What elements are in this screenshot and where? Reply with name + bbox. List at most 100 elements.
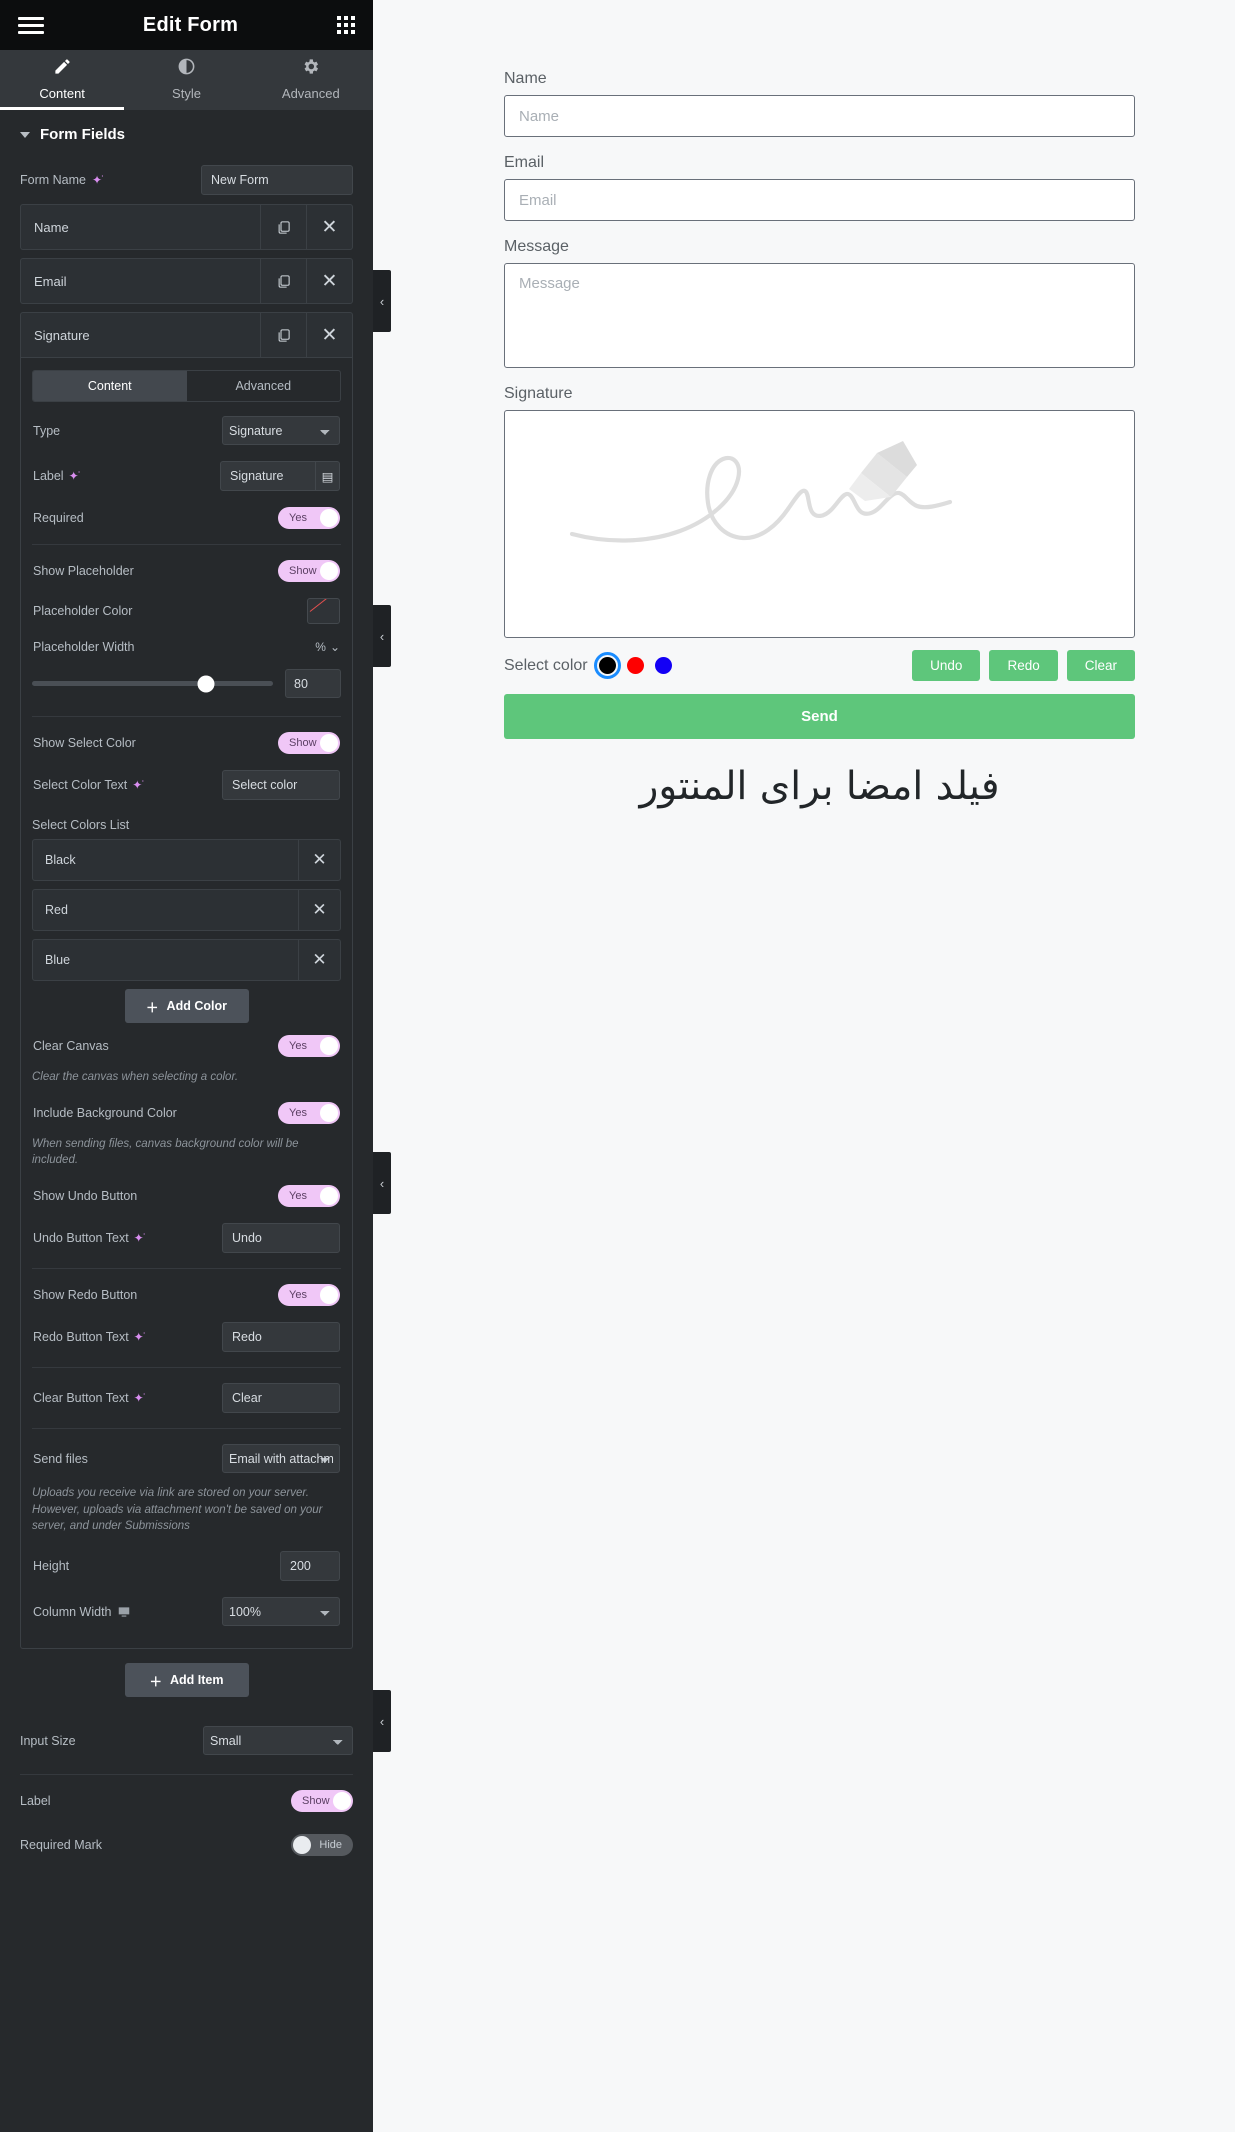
color-list-item[interactable]: Black ✕ — [32, 839, 341, 881]
tab-style[interactable]: Style — [124, 50, 248, 110]
collapse-handle-middle[interactable]: ‹ — [373, 605, 391, 667]
send-files-select[interactable]: Email with attachment — [222, 1444, 340, 1474]
redo-text-input[interactable] — [222, 1322, 340, 1353]
toggle-knob — [320, 734, 338, 752]
field-item-label: Email — [34, 273, 67, 289]
label-visibility-row: Label Show — [20, 1779, 353, 1823]
color-name: Blue — [45, 953, 71, 967]
show-select-color-row: Show Select Color Show — [32, 724, 341, 762]
label-text: Label — [33, 469, 64, 483]
toggle-knob — [320, 1187, 338, 1206]
tab-advanced-label: Advanced — [281, 85, 340, 101]
label-input[interactable] — [220, 461, 316, 491]
section-form-fields[interactable]: Form Fields — [0, 110, 373, 156]
color-list-item[interactable]: Red ✕ — [32, 889, 341, 931]
select-color-text: Select color — [504, 656, 588, 674]
ai-sparkle-icon[interactable]: ✦˙ — [134, 1391, 147, 1405]
remove-icon[interactable]: ✕ — [298, 940, 340, 980]
show-undo-toggle[interactable]: Yes — [278, 1185, 340, 1208]
label-label: Label ✦˙ — [33, 469, 82, 483]
clear-canvas-toggle-label: Yes — [289, 1040, 307, 1052]
ai-sparkle-icon[interactable]: ✦˙ — [92, 173, 105, 187]
label-visibility-toggle[interactable]: Show — [291, 1790, 353, 1813]
hamburger-icon[interactable] — [18, 16, 44, 34]
column-width-row: Column Width 100% — [32, 1589, 341, 1634]
collapse-handle-bottom[interactable]: ‹ — [373, 1690, 391, 1752]
grid-apps-icon[interactable] — [336, 16, 355, 34]
field-item-email[interactable]: Email ✕ — [20, 258, 353, 304]
duplicate-icon[interactable] — [260, 205, 306, 249]
clear-text-input[interactable] — [222, 1383, 340, 1414]
color-list-item[interactable]: Blue ✕ — [32, 939, 341, 981]
form-name-input[interactable] — [201, 165, 353, 195]
required-toggle[interactable]: Yes — [278, 507, 340, 529]
label-row: Label ✦˙ ▤ — [32, 453, 341, 499]
duplicate-icon[interactable] — [260, 259, 306, 303]
type-select[interactable]: Signature — [222, 416, 340, 445]
color-swatch-picker[interactable] — [307, 598, 340, 624]
select-color-text-input[interactable] — [222, 770, 340, 800]
placeholder-width-slider[interactable] — [32, 675, 273, 692]
preview-message-textarea[interactable] — [504, 263, 1135, 368]
show-select-color-label: Show Select Color — [33, 736, 136, 750]
include-bg-label: Include Background Color — [33, 1105, 177, 1120]
input-size-row: Input Size Small — [20, 1715, 353, 1766]
field-item-signature[interactable]: Signature ✕ — [20, 312, 353, 358]
remove-icon[interactable]: ✕ — [306, 205, 352, 249]
form-preview: ‹ ‹ ‹ ‹ Name Email Message Signature — [373, 0, 1235, 2132]
ai-sparkle-icon[interactable]: ✦˙ — [134, 1231, 147, 1245]
clear-button[interactable]: Clear — [1066, 650, 1135, 681]
remove-icon[interactable]: ✕ — [306, 313, 352, 357]
color-dot-blue[interactable] — [654, 657, 672, 674]
ai-sparkle-icon[interactable]: ✦˙ — [132, 778, 145, 792]
height-input[interactable] — [280, 1551, 340, 1582]
input-size-select[interactable]: Small — [203, 1726, 353, 1756]
show-placeholder-toggle[interactable]: Show — [278, 560, 340, 582]
color-select-row: Select color Undo Redo Clear — [504, 650, 1135, 681]
include-bg-toggle[interactable]: Yes — [278, 1101, 340, 1124]
height-row: Height — [32, 1543, 341, 1589]
undo-text-input[interactable] — [222, 1223, 340, 1254]
subtab-content[interactable]: Content — [33, 371, 187, 401]
desktop-icon[interactable] — [117, 1604, 131, 1619]
column-width-select[interactable]: 100% — [222, 1597, 340, 1627]
clear-canvas-toggle[interactable]: Yes — [278, 1035, 340, 1057]
field-item-name[interactable]: Name ✕ — [20, 204, 353, 250]
show-undo-label: Show Undo Button — [33, 1189, 138, 1204]
tab-advanced[interactable]: Advanced — [249, 50, 373, 110]
remove-icon[interactable]: ✕ — [306, 259, 352, 303]
subtab-advanced[interactable]: Advanced — [187, 371, 341, 401]
tab-content[interactable]: Content — [0, 50, 125, 110]
tab-content-label: Content — [39, 85, 85, 101]
show-select-color-toggle[interactable]: Show — [278, 732, 340, 754]
label-dynamic-icon[interactable]: ▤ — [316, 461, 340, 491]
unit-selector[interactable]: % ⌄ — [315, 640, 340, 654]
signature-canvas[interactable] — [504, 410, 1135, 638]
send-button[interactable]: Send — [504, 694, 1135, 739]
ai-sparkle-icon[interactable]: ✦˙ — [134, 1330, 147, 1344]
add-color-button[interactable]: ＋ Add Color — [124, 989, 249, 1023]
redo-button[interactable]: Redo — [989, 650, 1058, 681]
undo-button[interactable]: Undo — [912, 650, 981, 681]
preview-email-input[interactable] — [504, 179, 1135, 221]
color-dot-red[interactable] — [626, 657, 644, 674]
collapse-handle-top[interactable]: ‹ — [373, 270, 391, 332]
undo-text-row: Undo Button Text ✦˙ — [32, 1215, 341, 1261]
slider-knob[interactable] — [197, 675, 215, 692]
show-redo-toggle-label: Yes — [289, 1289, 307, 1302]
duplicate-icon[interactable] — [260, 313, 306, 357]
collapse-handle-lower[interactable]: ‹ — [373, 1152, 391, 1214]
color-dot-black[interactable] — [593, 652, 621, 679]
add-item-button[interactable]: ＋ Add Item — [124, 1663, 249, 1698]
include-bg-row: Include Background Color Yes — [32, 1094, 341, 1132]
preview-name-input[interactable] — [504, 95, 1135, 137]
panel-scroll-area[interactable]: Form Fields Form Name ✦˙ Name ✕ — [0, 110, 373, 2132]
placeholder-width-input[interactable] — [285, 669, 341, 698]
required-mark-toggle[interactable]: Hide — [291, 1834, 353, 1857]
show-redo-row: Show Redo Button Yes — [32, 1276, 341, 1314]
gear-icon — [301, 57, 320, 79]
show-redo-toggle[interactable]: Yes — [278, 1284, 340, 1307]
remove-icon[interactable]: ✕ — [298, 890, 340, 930]
remove-icon[interactable]: ✕ — [298, 840, 340, 880]
ai-sparkle-icon[interactable]: ✦˙ — [69, 469, 82, 483]
